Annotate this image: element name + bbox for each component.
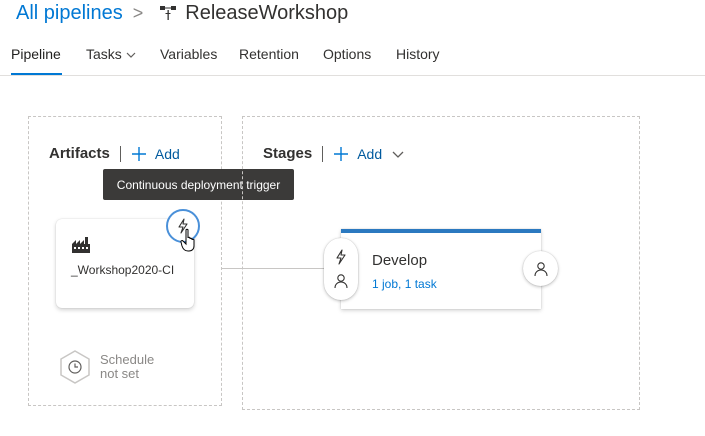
add-stage-label: Add [357,145,383,162]
stage-jobs-link[interactable]: 1 job, 1 task [372,277,437,291]
header-divider [322,145,324,162]
schedule-trigger[interactable]: Schedule not set [58,349,154,385]
schedule-line-2: not set [100,366,140,381]
artifact-name: _Workshop2020-CI [71,263,175,277]
schedule-line-1: Schedule [100,352,155,367]
person-icon [533,261,548,276]
release-pipeline-icon [160,6,177,20]
pre-deployment-conditions [324,238,358,300]
tab-history[interactable]: History [396,46,440,62]
header-divider [119,145,121,162]
stage-card-develop[interactable]: Develop 1 job, 1 task [341,229,541,309]
plus-icon [334,146,349,161]
post-deployment-conditions[interactable] [523,251,558,286]
stages-header: Stages Add [263,145,412,162]
artifacts-title: Artifacts [49,145,110,162]
stages-title: Stages [263,145,313,162]
tab-options[interactable]: Options [323,46,371,62]
schedule-status: Schedule not set [100,353,154,381]
add-stage-button[interactable]: Add [333,146,412,162]
build-factory-icon [72,237,90,253]
add-artifact-label: Add [154,145,180,162]
breadcrumb: All pipelines > ReleaseWorkshop [16,0,348,26]
artifacts-header: Artifacts Add [49,145,180,162]
hand-cursor-icon [180,228,195,252]
tab-bar: Pipeline Tasks Variables Retention Optio… [0,40,705,76]
plus-icon [131,146,146,161]
tab-variables[interactable]: Variables [160,46,217,62]
tab-tasks[interactable]: Tasks [86,46,136,62]
tab-pipeline[interactable]: Pipeline [11,46,61,62]
stage-name: Develop [372,252,428,269]
all-pipelines-link[interactable]: All pipelines [16,2,123,25]
clock-icon [60,350,90,384]
active-tab-indicator [11,73,62,75]
person-icon[interactable] [333,273,349,289]
chevron-down-icon [126,52,136,59]
tab-tasks-label: Tasks [86,46,122,62]
add-artifact-button[interactable]: Add [131,146,180,162]
tab-retention[interactable]: Retention [239,46,299,62]
breadcrumb-separator: > [132,2,144,23]
chevron-down-icon [392,151,404,158]
pipeline-title: ReleaseWorkshop [185,1,349,24]
lightning-icon[interactable] [333,249,349,265]
